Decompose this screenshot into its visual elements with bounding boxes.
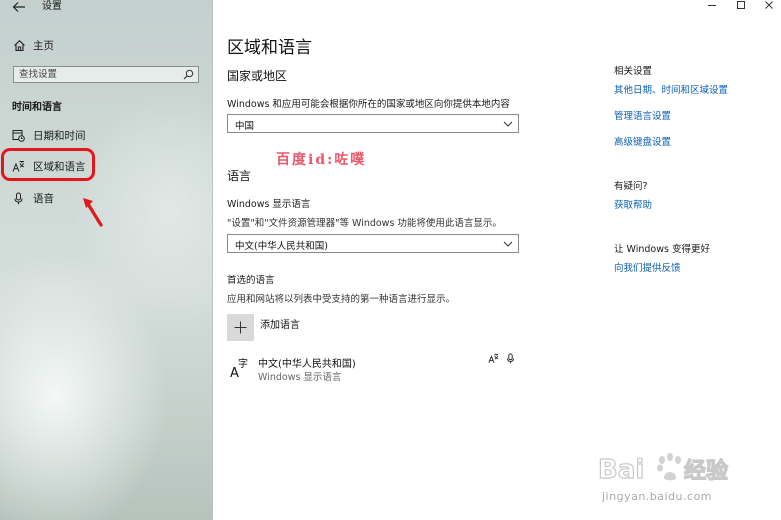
preferred-languages-label: 首选的语言	[227, 275, 275, 286]
home-icon	[12, 38, 26, 52]
watermark-text: 百度id:咗噗	[276, 152, 367, 168]
language-item-subtitle: Windows 显示语言	[258, 372, 342, 383]
preferred-languages-description: 应用和网站将以列表中受支持的第一种语言进行显示。	[227, 294, 456, 305]
link-advanced-keyboard[interactable]: 高级键盘设置	[614, 134, 671, 148]
home-label: 主页	[33, 39, 54, 52]
language-heading: 语言	[227, 169, 252, 183]
improve-windows-heading: 让 Windows 变得更好	[614, 244, 710, 255]
chevron-down-icon	[503, 119, 513, 129]
svg-text:字: 字	[238, 357, 248, 370]
add-language-button[interactable]	[227, 314, 254, 341]
link-additional-date-time-region[interactable]: 其他日期、时间和区域设置	[614, 82, 728, 96]
sidebar-item-label: 语音	[33, 192, 54, 205]
country-heading: 国家或地区	[227, 69, 288, 83]
section-title: 时间和语言	[12, 102, 62, 113]
svg-text:Bai: Bai	[598, 455, 644, 485]
page-title: 区域和语言	[227, 38, 312, 58]
app-title: 设置	[42, 1, 62, 12]
sidebar-item-speech[interactable]: 语音	[12, 190, 54, 206]
language-item-name[interactable]: 中文(中华人民共和国)	[258, 355, 356, 370]
add-language-label[interactable]: 添加语言	[260, 316, 300, 331]
link-administrative-language[interactable]: 管理语言设置	[614, 108, 671, 122]
microphone-icon	[505, 353, 516, 364]
annotation-highlight-box	[1, 148, 95, 181]
country-dropdown[interactable]: 中国	[227, 114, 519, 133]
link-give-feedback[interactable]: 向我们提供反馈	[614, 260, 681, 274]
chevron-down-icon	[503, 239, 513, 249]
close-icon[interactable]	[758, 0, 780, 14]
minimize-icon[interactable]	[701, 0, 723, 14]
language-a-zi-icon: A 字	[229, 357, 251, 381]
display-language-label: Windows 显示语言	[227, 199, 311, 210]
language-feature-icons	[488, 353, 516, 364]
sidebar: 设置 主页 时间和语言 日期和时间 区域和语言 语音	[0, 0, 213, 520]
link-get-help[interactable]: 获取帮助	[614, 197, 652, 211]
display-language-description: "设置"和"文件资源管理器"等 Windows 功能将使用此语言显示。	[227, 218, 502, 229]
home-nav-item[interactable]: 主页	[12, 37, 54, 53]
question-heading: 有疑问?	[614, 181, 648, 192]
plus-icon	[234, 321, 247, 334]
region-language-icon	[488, 353, 499, 364]
country-selected-value: 中国	[235, 121, 255, 132]
microphone-icon	[12, 192, 25, 205]
svg-text:经验: 经验	[684, 458, 728, 484]
display-language-dropdown[interactable]: 中文(中华人民共和国)	[227, 234, 519, 253]
sidebar-item-date-time[interactable]: 日期和时间	[12, 127, 86, 143]
maximize-icon[interactable]	[730, 0, 752, 14]
related-settings-heading: 相关设置	[614, 66, 653, 77]
arrow-left-icon[interactable]	[8, 0, 30, 14]
clock-calendar-icon	[12, 129, 25, 142]
search-input[interactable]	[19, 68, 179, 81]
baidu-url-text: jingyan.baidu.com	[602, 490, 713, 503]
search-box[interactable]	[13, 66, 199, 83]
sidebar-item-label: 日期和时间	[33, 129, 86, 142]
display-language-selected-value: 中文(中华人民共和国)	[235, 241, 328, 252]
annotation-arrow-icon	[83, 198, 103, 227]
country-description: Windows 和应用可能会根据你所在的国家或地区向你提供本地内容	[227, 99, 510, 110]
search-icon[interactable]	[183, 69, 194, 80]
